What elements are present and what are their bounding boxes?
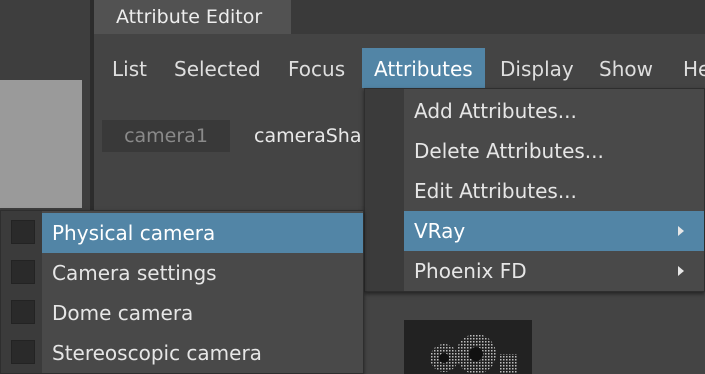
menu-item-label: Add Attributes... xyxy=(414,99,577,123)
menu-item-stereoscopic-camera[interactable]: Stereoscopic camera xyxy=(42,333,363,373)
vray-submenu: Physical camera Camera settings Dome cam… xyxy=(0,210,364,374)
attributes-dropdown-menu: Add Attributes... Delete Attributes... E… xyxy=(364,88,705,292)
attributes-menu-list: Add Attributes... Delete Attributes... E… xyxy=(404,89,704,291)
menu-item-camera-settings[interactable]: Camera settings xyxy=(42,253,363,293)
camera-thumbnail xyxy=(404,320,532,374)
submenu-gutter xyxy=(1,211,42,373)
submenu-arrow-icon xyxy=(678,266,684,276)
menu-item-dome-camera[interactable]: Dome camera xyxy=(42,293,363,333)
menu-item-label: Phoenix FD xyxy=(414,259,527,283)
tab-camera1[interactable]: camera1 xyxy=(102,120,230,152)
menu-focus[interactable]: Focus xyxy=(276,48,357,88)
window-title-tab[interactable]: Attribute Editor xyxy=(94,0,291,34)
camera-icon xyxy=(430,334,518,374)
menu-item-add-attributes[interactable]: Add Attributes... xyxy=(404,91,704,131)
menubar: List Selected Focus Attributes Display S… xyxy=(94,48,705,88)
menu-selected[interactable]: Selected xyxy=(162,48,273,88)
checkbox-dome-camera[interactable] xyxy=(11,300,35,324)
menu-item-label: Physical camera xyxy=(52,221,216,245)
menu-item-label: Stereoscopic camera xyxy=(52,341,262,365)
menu-item-phoenix-fd[interactable]: Phoenix FD xyxy=(404,251,704,291)
menu-item-physical-camera[interactable]: Physical camera xyxy=(42,213,363,253)
menu-item-label: VRay xyxy=(414,219,466,243)
checkbox-camera-settings[interactable] xyxy=(11,260,35,284)
checkbox-physical-camera[interactable] xyxy=(11,220,35,244)
menu-attributes[interactable]: Attributes xyxy=(362,48,485,88)
checkbox-stereoscopic-camera[interactable] xyxy=(11,340,35,364)
title-bar-fill xyxy=(291,0,705,34)
menu-list[interactable]: List xyxy=(100,48,159,88)
menu-item-delete-attributes[interactable]: Delete Attributes... xyxy=(404,131,704,171)
menu-gutter xyxy=(365,89,404,291)
vray-submenu-list: Physical camera Camera settings Dome cam… xyxy=(42,211,363,373)
menu-item-label: Edit Attributes... xyxy=(414,179,577,203)
menu-help[interactable]: He xyxy=(671,48,705,88)
menu-item-label: Camera settings xyxy=(52,261,217,285)
menu-item-edit-attributes[interactable]: Edit Attributes... xyxy=(404,171,704,211)
viewport-preview xyxy=(0,80,82,208)
menu-show[interactable]: Show xyxy=(587,48,665,88)
submenu-arrow-icon xyxy=(678,226,684,236)
tab-camera-shape[interactable]: cameraSha xyxy=(234,120,374,152)
menu-display[interactable]: Display xyxy=(488,48,586,88)
menu-item-vray[interactable]: VRay xyxy=(404,211,704,251)
menu-item-label: Dome camera xyxy=(52,301,194,325)
menu-item-label: Delete Attributes... xyxy=(414,139,604,163)
